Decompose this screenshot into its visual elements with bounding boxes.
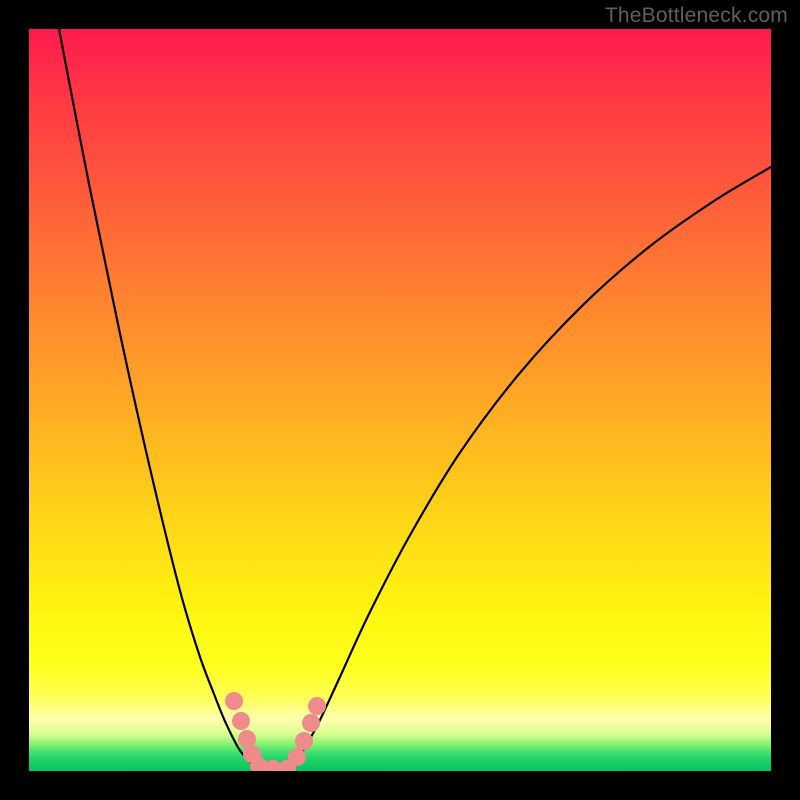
curve-marker (295, 732, 313, 750)
curve-group (59, 29, 771, 769)
curve-marker (302, 714, 320, 732)
curve-marker (232, 712, 250, 730)
watermark-text: TheBottleneck.com (605, 4, 788, 28)
marker-group (225, 692, 326, 771)
curve-marker (308, 697, 326, 715)
bottleneck-curve-plot (29, 29, 771, 771)
curve-right-branch (293, 167, 771, 767)
curve-marker (225, 692, 243, 710)
curve-marker (288, 748, 306, 766)
chart-frame (29, 29, 771, 771)
curve-left-branch (59, 29, 255, 767)
